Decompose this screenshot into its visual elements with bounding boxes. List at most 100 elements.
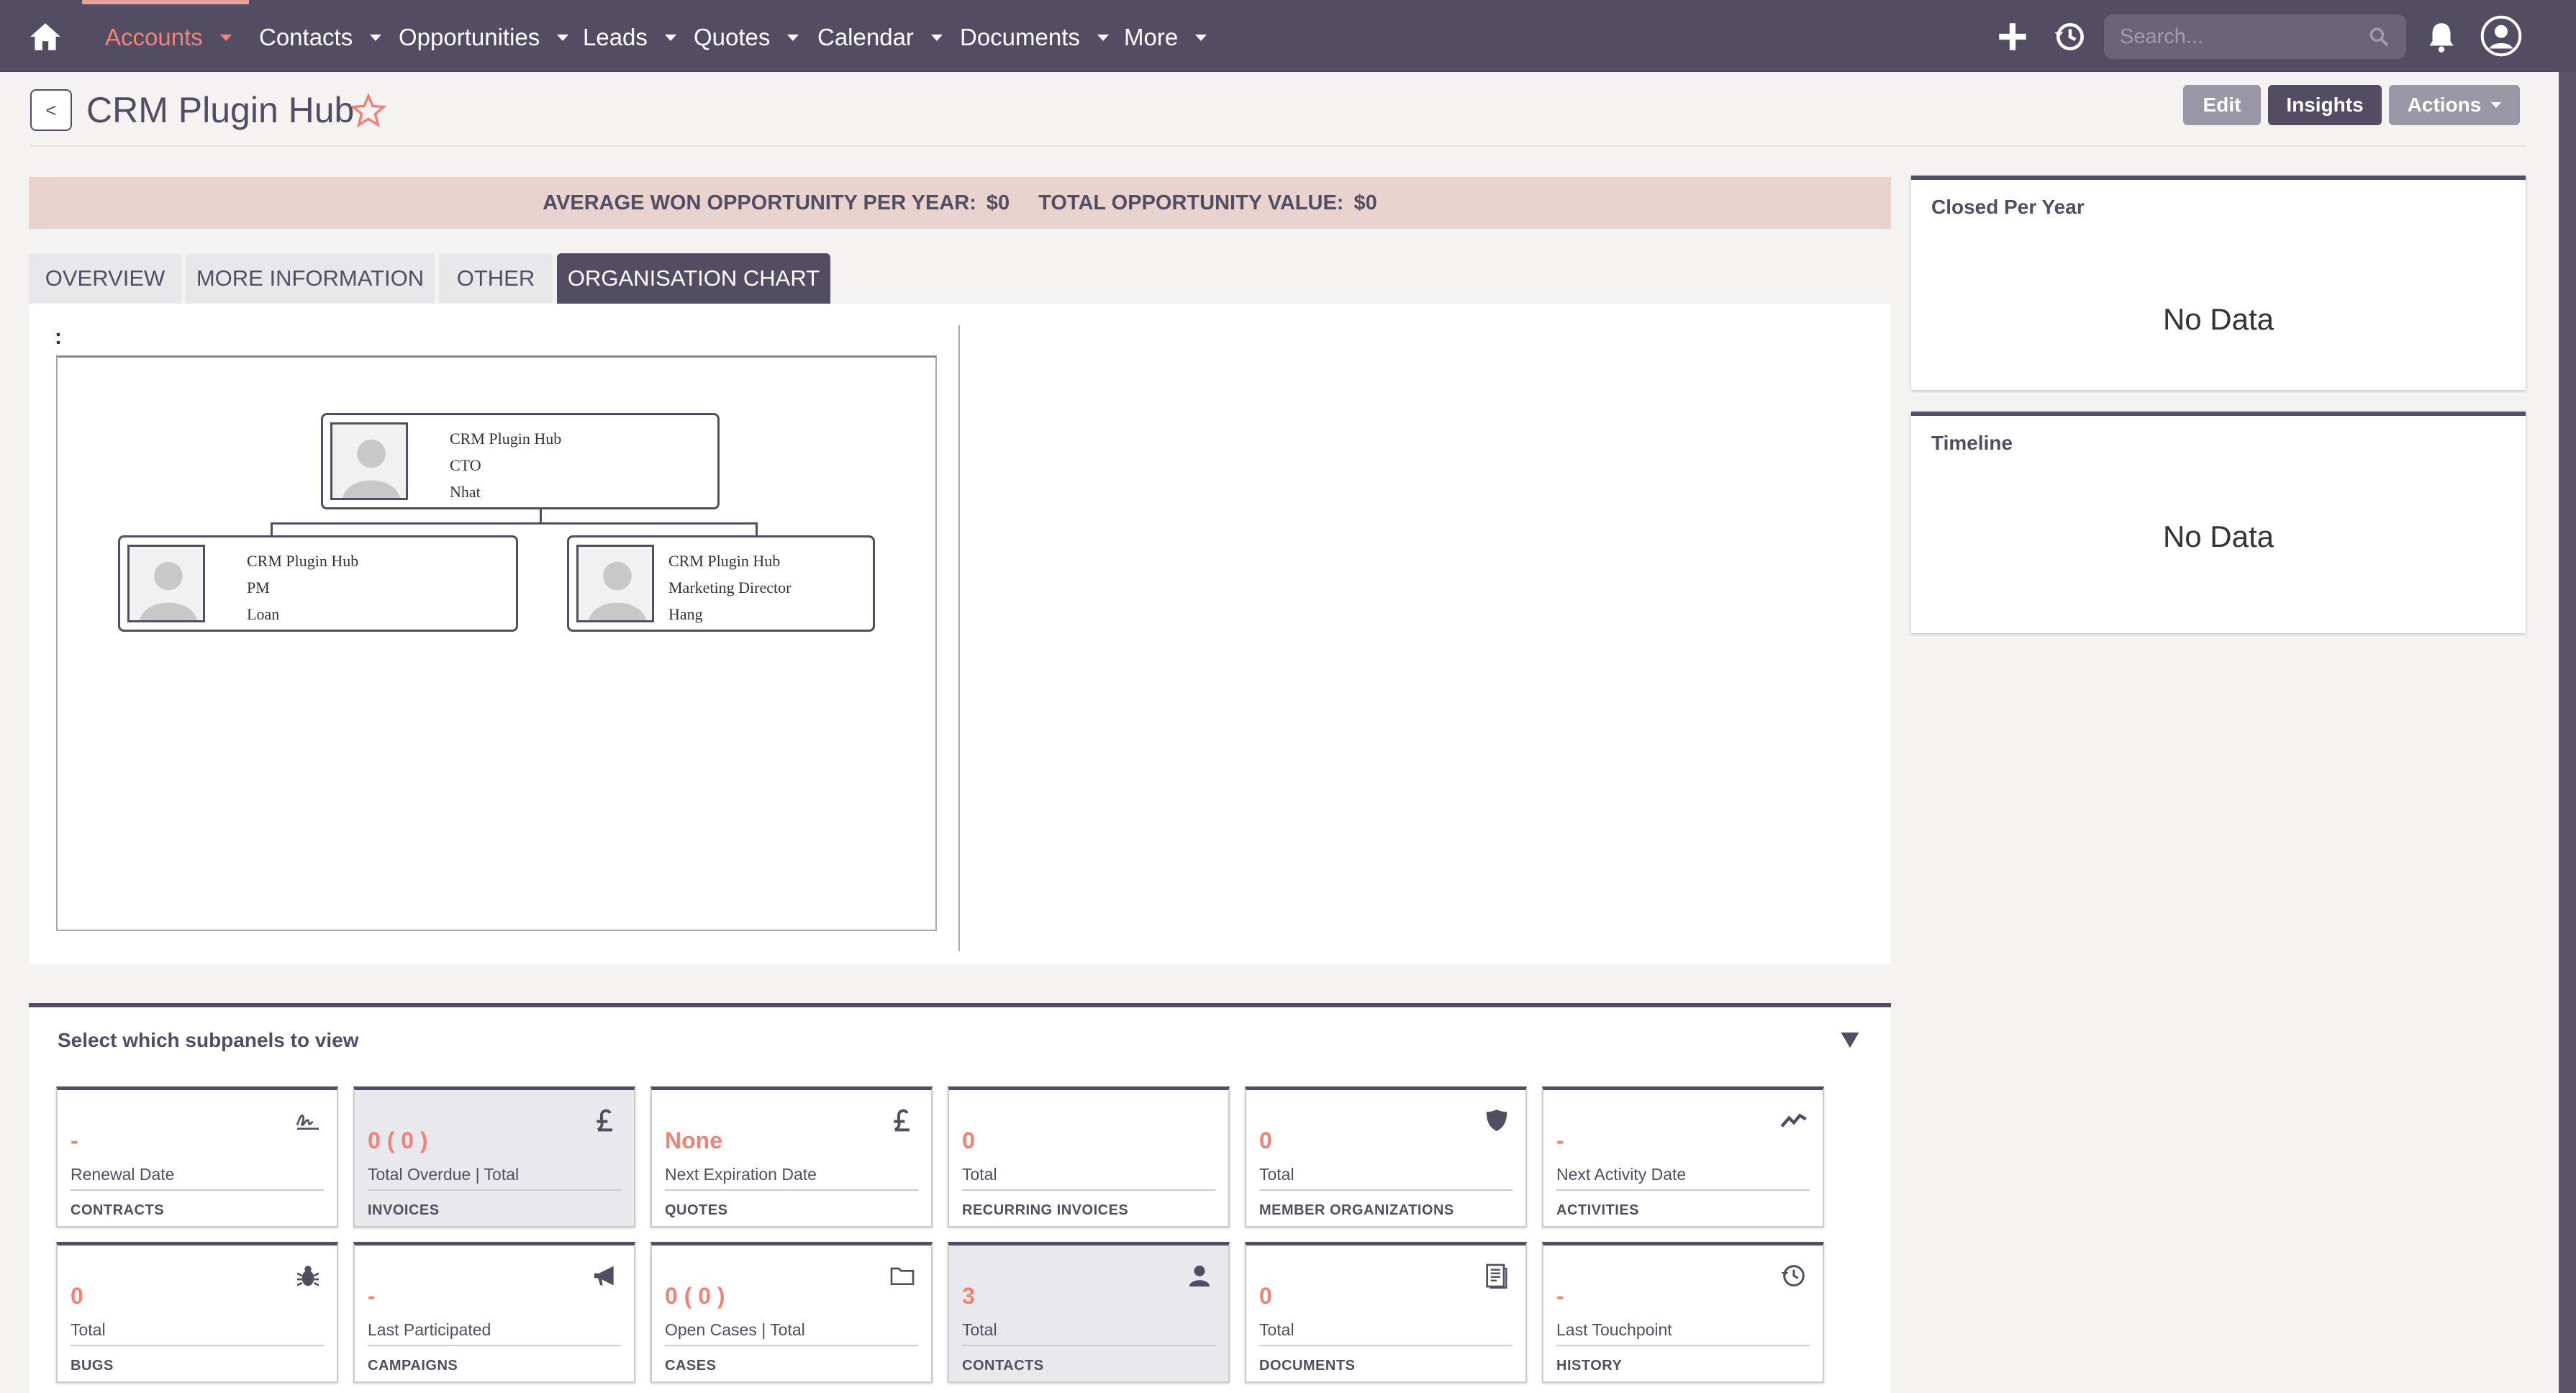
- actions-button[interactable]: Actions: [2389, 85, 2520, 125]
- tile-module-name: QUOTES: [665, 1202, 728, 1218]
- nav-calendar[interactable]: Calendar: [817, 22, 943, 53]
- subpanel-tile-documents[interactable]: 0 Total DOCUMENTS: [1245, 1242, 1527, 1383]
- chevron-down-icon: [930, 34, 943, 41]
- tile-module-name: RECURRING INVOICES: [962, 1202, 1129, 1218]
- tile-module-name: CAMPAIGNS: [368, 1358, 458, 1374]
- total-opportunity-value: $0: [1353, 191, 1377, 214]
- subpanel-tile-bugs[interactable]: 0 Total BUGS: [56, 1242, 338, 1383]
- org-node-details: CRM Plugin Hub PM Loan: [247, 548, 358, 627]
- tile-value: 0: [1259, 1283, 1272, 1309]
- org-node-root[interactable]: CRM Plugin Hub CTO Nhat: [321, 413, 720, 509]
- dashlet-empty-message: No Data: [2162, 519, 2275, 553]
- org-connector: [271, 522, 273, 537]
- subpanel-tile-recurring-invoices[interactable]: 0 Total RECURRING INVOICES: [948, 1086, 1230, 1228]
- chevron-down-icon: [1195, 34, 1207, 41]
- tile-module-name: ACTIVITIES: [1556, 1202, 1640, 1218]
- tile-divider: [1556, 1345, 1810, 1346]
- plus-icon[interactable]: [1995, 19, 2031, 55]
- nav-contacts[interactable]: Contacts: [259, 22, 382, 53]
- tile-caption: Last Participated: [368, 1320, 491, 1339]
- nav-documents[interactable]: Documents: [960, 22, 1109, 53]
- tile-caption: Last Touchpoint: [1556, 1320, 1672, 1339]
- chevron-down-icon: [664, 34, 676, 41]
- global-search[interactable]: [2104, 14, 2406, 59]
- activity-icon: [1780, 1113, 1807, 1127]
- nav-quotes[interactable]: Quotes: [694, 22, 799, 53]
- edit-button[interactable]: Edit: [2183, 85, 2261, 125]
- tile-value: None: [665, 1127, 722, 1153]
- subpanel-selector-title: Select which subpanels to view: [58, 1029, 359, 1051]
- subpanel-tile-quotes[interactable]: None Next Expiration Date QUOTES: [650, 1086, 933, 1228]
- pound-icon: [894, 1109, 910, 1132]
- org-node-child[interactable]: CRM Plugin Hub PM Loan: [118, 535, 518, 632]
- nav-leads[interactable]: Leads: [583, 22, 676, 53]
- org-connector: [756, 522, 758, 537]
- tile-divider: [1259, 1345, 1513, 1346]
- subpanel-tile-invoices[interactable]: 0 ( 0 ) Total Overdue | Total INVOICES: [353, 1086, 635, 1228]
- chevron-down-icon: [219, 34, 232, 41]
- favorite-star-icon[interactable]: [350, 92, 387, 130]
- avg-won-value: $0: [986, 191, 1010, 214]
- header-divider: [30, 145, 2526, 147]
- org-chart-field-label: :: [55, 325, 62, 349]
- search-icon[interactable]: [2367, 25, 2390, 48]
- dashlet-empty-message: No Data: [2162, 302, 2275, 336]
- chevron-down-icon: [787, 34, 799, 41]
- tab-other[interactable]: OTHER: [439, 253, 553, 304]
- tab-organisation-chart[interactable]: ORGANISATION CHART: [557, 253, 830, 304]
- person-placeholder-icon: [330, 422, 408, 500]
- subpanel-tile-cases[interactable]: 0 ( 0 ) Open Cases | Total CASES: [650, 1242, 933, 1383]
- pound-icon: [597, 1109, 612, 1132]
- tile-module-name: CASES: [665, 1358, 717, 1374]
- org-node-company: CRM Plugin Hub: [668, 552, 781, 570]
- org-node-child[interactable]: CRM Plugin Hub Marketing Director Hang: [567, 535, 875, 632]
- search-input[interactable]: [2120, 23, 2357, 50]
- opportunity-stats-banner: AVERAGE WON OPPORTUNITY PER YEAR: $0 TOTA…: [29, 177, 1891, 229]
- tile-caption: Total Overdue | Total: [368, 1165, 520, 1184]
- nav-opportunities[interactable]: Opportunities: [399, 22, 569, 53]
- tile-divider: [368, 1189, 621, 1191]
- tile-caption: Open Cases | Total: [665, 1320, 805, 1339]
- tile-divider: [368, 1345, 621, 1346]
- home-icon[interactable]: [27, 19, 63, 55]
- subpanel-tile-contracts[interactable]: - Renewal Date CONTRACTS: [56, 1086, 338, 1228]
- total-opportunity-label: TOTAL OPPORTUNITY VALUE:: [1038, 191, 1344, 214]
- org-node-details: CRM Plugin Hub Marketing Director Hang: [668, 548, 791, 627]
- subpanel-tile-activities[interactable]: - Next Activity Date ACTIVITIES: [1542, 1086, 1824, 1228]
- signature-icon: [296, 1114, 319, 1130]
- page-title: CRM Plugin Hub: [86, 90, 355, 130]
- tile-caption: Total: [71, 1320, 106, 1339]
- user-avatar-icon[interactable]: [2480, 14, 2523, 58]
- top-navigation-bar: Accounts Contacts Opportunities Leads Qu…: [0, 0, 2576, 72]
- tile-caption: Total: [962, 1165, 997, 1184]
- tile-value: 0 ( 0 ): [368, 1127, 428, 1153]
- folder-icon: [890, 1267, 915, 1285]
- tile-caption: Next Activity Date: [1556, 1165, 1687, 1184]
- subpanel-tile-history[interactable]: - Last Touchpoint HISTORY: [1542, 1242, 1824, 1383]
- page-scrollbar[interactable]: [2559, 72, 2576, 1393]
- person-placeholder-icon: [576, 545, 654, 622]
- tile-module-name: CONTRACTS: [71, 1202, 165, 1218]
- nav-more[interactable]: More: [1124, 22, 1207, 53]
- back-button[interactable]: <: [30, 89, 72, 131]
- subpanel-tile-campaigns[interactable]: - Last Participated CAMPAIGNS: [353, 1242, 635, 1383]
- tile-caption: Total: [1259, 1165, 1294, 1184]
- subpanel-tile-member-organizations[interactable]: 0 Total MEMBER ORGANIZATIONS: [1245, 1086, 1527, 1228]
- tile-value: 0: [962, 1127, 975, 1153]
- collapse-triangle-icon[interactable]: [1839, 1029, 1861, 1051]
- tile-module-name: DOCUMENTS: [1259, 1358, 1356, 1374]
- tab-more-information[interactable]: MORE INFORMATION: [186, 253, 435, 304]
- column-divider: [958, 325, 960, 951]
- history-icon[interactable]: [2052, 19, 2088, 55]
- tile-module-name: CONTACTS: [962, 1358, 1044, 1374]
- nav-accounts[interactable]: Accounts: [105, 22, 232, 53]
- tab-overview[interactable]: OVERVIEW: [29, 253, 181, 304]
- org-node-role: CTO: [450, 456, 481, 474]
- dashlet-title: Timeline: [1931, 432, 2013, 454]
- subpanel-tile-contacts[interactable]: 3 Total CONTACTS: [948, 1242, 1230, 1383]
- insights-button[interactable]: Insights: [2268, 85, 2382, 125]
- tile-value: 0: [71, 1283, 83, 1309]
- bug-icon: [296, 1266, 319, 1287]
- tile-divider: [1556, 1189, 1810, 1191]
- bell-icon[interactable]: [2423, 19, 2459, 55]
